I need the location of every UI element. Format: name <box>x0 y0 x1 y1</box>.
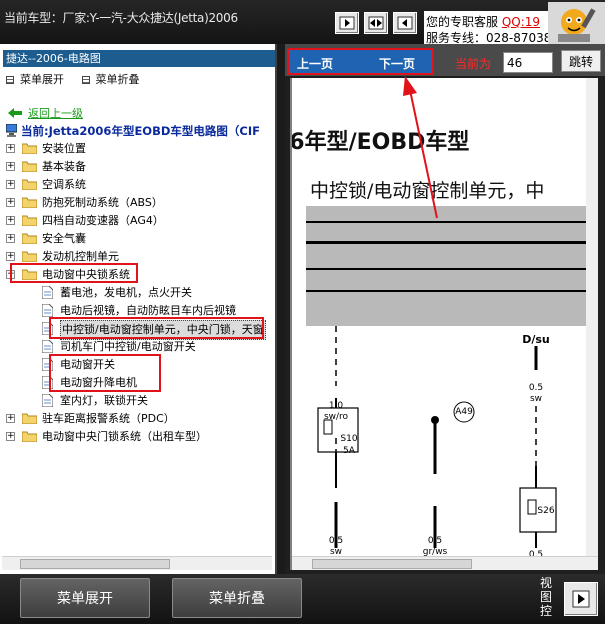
menu-expand-button[interactable]: 菜单展开 <box>20 578 150 618</box>
annotation-arrow-icon <box>403 76 438 219</box>
bottom-bar: 菜单展开 菜单折叠 视图控 <box>0 574 605 624</box>
menu-collapse-button[interactable]: 菜单折叠 <box>172 578 302 618</box>
view-control-label: 视图控 <box>539 576 552 618</box>
view-control-button[interactable] <box>564 582 598 616</box>
next-arrow-icon <box>572 590 590 608</box>
